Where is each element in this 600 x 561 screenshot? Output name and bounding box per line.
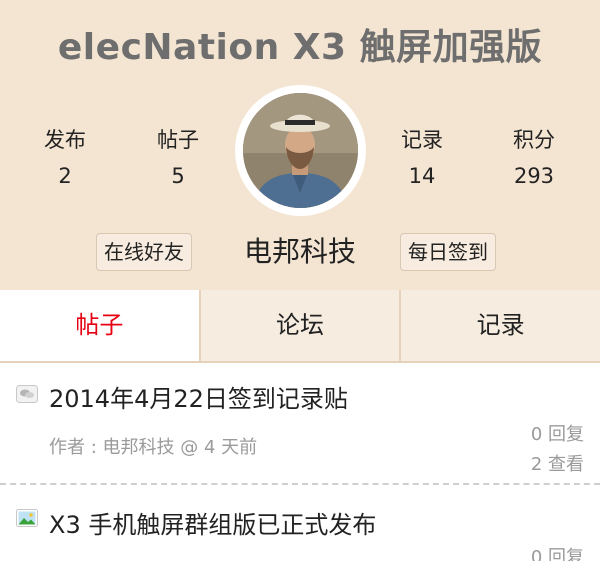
daily-checkin-button[interactable]: 每日签到 — [400, 233, 496, 271]
tab-forums[interactable]: 论坛 — [198, 290, 400, 361]
reply-count: 0 回复 — [530, 424, 584, 445]
stat-threads[interactable]: 帖子 5 — [138, 124, 218, 188]
page-title: elecNation X3 触屏加强版 — [57, 27, 543, 68]
avatar-frame — [235, 85, 366, 216]
image-icon — [16, 509, 38, 527]
avatar[interactable] — [243, 93, 358, 208]
tab-threads[interactable]: 帖子 — [0, 290, 199, 361]
stat-posts-label: 发布 — [44, 128, 86, 152]
tab-bar: 帖子 论坛 记录 — [0, 290, 600, 363]
stat-posts-value: 2 — [58, 164, 72, 188]
stat-points-label: 积分 — [513, 128, 555, 152]
online-friends-button[interactable]: 在线好友 — [96, 233, 192, 271]
stat-posts[interactable]: 发布 2 — [25, 124, 105, 188]
username: 电邦科技 — [243, 235, 356, 268]
post-title[interactable]: X3 手机触屏群组版已正式发布 — [49, 505, 376, 540]
stat-points[interactable]: 积分 293 — [494, 124, 574, 188]
chat-bubble-icon — [16, 385, 38, 403]
profile-header: elecNation X3 触屏加强版 发布 2 帖子 5 记录 14 积分 2… — [0, 0, 600, 290]
tab-records[interactable]: 记录 — [399, 290, 600, 361]
stat-threads-value: 5 — [171, 164, 185, 188]
stat-records[interactable]: 记录 14 — [382, 124, 462, 188]
avatar-photo — [243, 93, 358, 208]
list-item[interactable]: 2014年4月22日签到记录贴 作者 : 电邦科技 @ 4 天前 0 回复 2 … — [0, 363, 600, 485]
list-item[interactable]: X3 手机触屏群组版已正式发布 0 回复 — [0, 487, 600, 561]
stat-records-label: 记录 — [401, 128, 443, 152]
stat-points-value: 293 — [513, 164, 555, 188]
post-title[interactable]: 2014年4月22日签到记录贴 — [49, 379, 348, 414]
post-meta: 作者 : 电邦科技 @ 4 天前 — [49, 437, 258, 458]
stat-records-value: 14 — [408, 164, 436, 188]
view-count: 2 查看 — [530, 454, 584, 475]
stat-threads-label: 帖子 — [157, 128, 199, 152]
reply-count: 0 回复 — [530, 547, 584, 561]
